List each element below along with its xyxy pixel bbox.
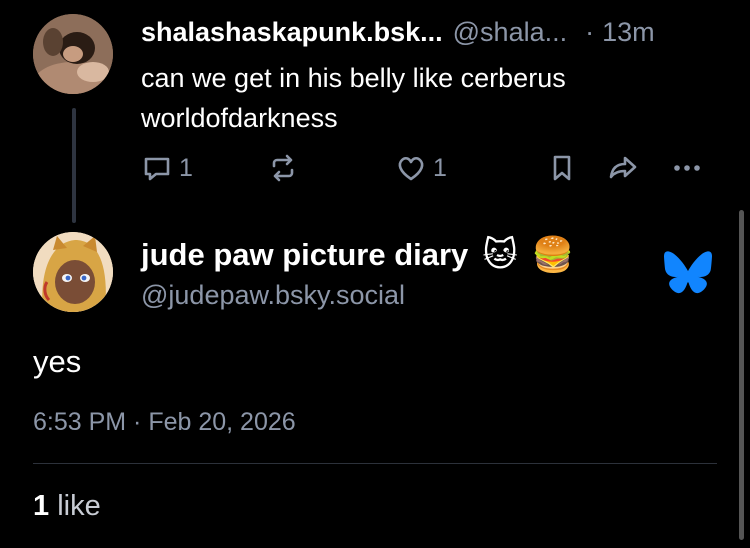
main-post-header: jude paw picture diary 🐱 🍔 @judepaw.bsky… <box>141 232 574 311</box>
repost-icon <box>272 154 294 182</box>
main-author-avatar[interactable] <box>33 232 113 312</box>
likes-summary[interactable]: 1 like <box>33 490 101 523</box>
likes-label: like <box>57 490 101 522</box>
like-button[interactable]: 1 <box>395 152 447 184</box>
bookmark-icon <box>553 155 571 181</box>
parent-post-text-line1: can we get in his belly like cerberus <box>141 63 566 93</box>
more-options-button[interactable] <box>671 152 703 184</box>
main-author-name[interactable]: jude paw picture diary <box>141 237 468 273</box>
parent-post-header: shalashaskapunk.bsk... @shala... · 13m <box>141 12 720 52</box>
main-author-handle[interactable]: @judepaw.bsky.social <box>141 280 574 311</box>
repost-button[interactable] <box>267 152 299 184</box>
bookmark-button[interactable] <box>546 152 578 184</box>
like-count: 1 <box>433 153 447 182</box>
parent-author-avatar[interactable] <box>33 14 113 94</box>
heart-icon <box>398 156 424 181</box>
share-icon <box>609 156 637 179</box>
thread-connector-line <box>72 108 76 223</box>
scrollbar[interactable] <box>739 210 744 540</box>
main-post-timestamp: 6:53 PM · Feb 20, 2026 <box>33 408 296 436</box>
reply-count: 1 <box>179 153 193 182</box>
divider <box>33 463 717 464</box>
parent-post-text: can we get in his belly like cerberus wo… <box>141 58 721 138</box>
parent-post-actions: 1 1 <box>141 152 721 192</box>
cat-emoji: 🐱 <box>482 236 518 274</box>
share-button[interactable] <box>607 152 639 184</box>
parent-post-time[interactable]: 13m <box>602 17 655 48</box>
parent-post-hashtag[interactable]: worldofdarkness <box>141 98 721 138</box>
more-icon <box>674 165 700 171</box>
main-post-text: yes <box>33 344 82 379</box>
parent-author-handle[interactable]: @shala... <box>453 17 567 48</box>
bluesky-butterfly-icon <box>664 251 712 294</box>
likes-count: 1 <box>33 490 50 522</box>
burger-emoji: 🍔 <box>531 236 575 274</box>
parent-time-separator: · <box>585 16 595 47</box>
parent-author-name[interactable]: shalashaskapunk.bsk... <box>141 17 443 48</box>
reply-button[interactable]: 1 <box>141 152 193 184</box>
reply-icon <box>144 157 170 181</box>
